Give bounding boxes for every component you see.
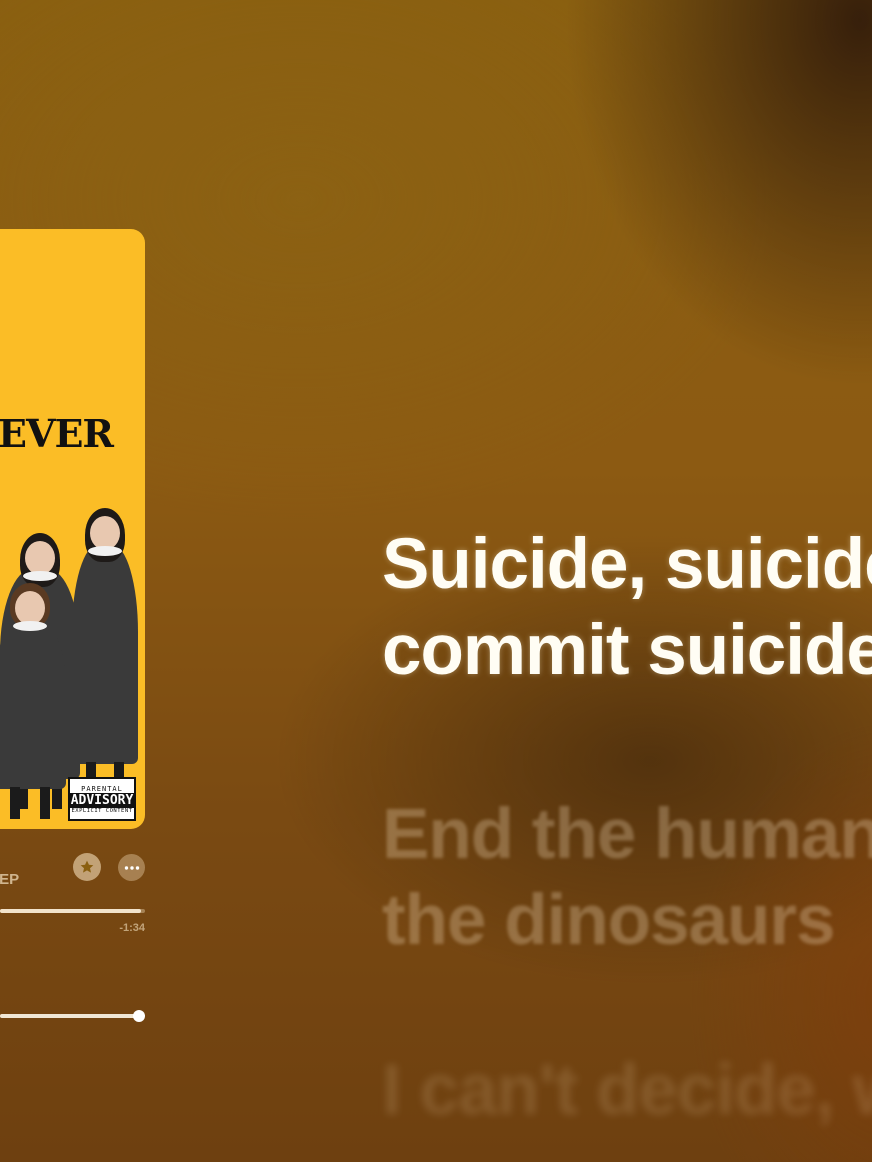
- favorite-button[interactable]: [73, 853, 101, 881]
- lyric-text: commit suicide: [382, 611, 872, 690]
- album-subtitle[interactable]: r - EP: [0, 871, 19, 888]
- more-options-button[interactable]: [118, 854, 145, 881]
- album-artwork[interactable]: EVER PARENTAL ADVISORY EXPLICIT CONTENT: [0, 229, 145, 829]
- progress-fill: [0, 909, 141, 913]
- lyric-line-later[interactable]: I can't decide, w: [382, 1048, 872, 1134]
- star-icon: [80, 860, 94, 873]
- lyric-text: the dinosaurs: [382, 881, 836, 960]
- artwork-figure: [0, 583, 66, 819]
- lyric-text: I can't decide, w: [382, 1051, 872, 1130]
- artwork-figure: [72, 508, 138, 794]
- ellipsis-icon: [124, 865, 139, 870]
- lyric-line-active[interactable]: Suicide, suicide commit suicide: [382, 522, 872, 694]
- time-remaining: -1:34: [119, 922, 145, 934]
- lyric-text: End the human: [382, 795, 872, 874]
- volume-slider[interactable]: [0, 1014, 139, 1018]
- playback-progress-bar[interactable]: [0, 909, 145, 913]
- lyric-line-next[interactable]: End the human the dinosaurs: [382, 792, 872, 964]
- album-art-title: EVER: [0, 411, 114, 456]
- volume-slider-knob[interactable]: [133, 1010, 145, 1022]
- lyric-text: Suicide, suicide: [382, 525, 872, 604]
- parental-advisory-label: PARENTAL ADVISORY EXPLICIT CONTENT: [68, 777, 136, 821]
